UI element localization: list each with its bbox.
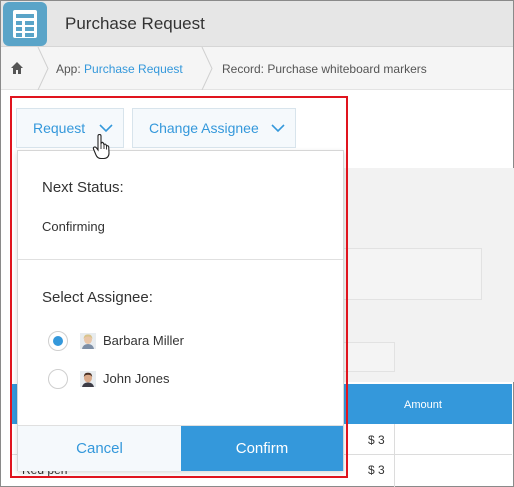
breadcrumb-record: Record: Purchase whiteboard markers	[222, 62, 427, 76]
breadcrumb-app: App: Purchase Request	[56, 62, 183, 76]
table-row-amount: $ 3	[368, 463, 385, 477]
table-column-divider	[394, 424, 395, 487]
breadcrumb-separator-icon	[201, 47, 213, 90]
breadcrumb-separator-icon	[37, 47, 49, 90]
cancel-button[interactable]: Cancel	[18, 426, 181, 471]
next-status-heading: Next Status:	[42, 179, 124, 196]
form-field-box	[330, 248, 482, 300]
confirm-button[interactable]: Confirm	[181, 426, 343, 471]
avatar	[80, 333, 96, 349]
amount-column-header: Amount	[404, 399, 442, 411]
app-header: Purchase Request	[1, 1, 513, 47]
chevron-down-icon	[271, 124, 285, 133]
breadcrumb: App: Purchase Request Record: Purchase w…	[1, 47, 513, 90]
avatar	[80, 371, 96, 387]
chevron-down-icon	[99, 124, 113, 133]
panel-divider	[18, 259, 343, 260]
panel-footer: Cancel Confirm	[18, 425, 343, 471]
assignee-radio[interactable]	[48, 331, 68, 351]
assignee-name: Barbara Miller	[103, 333, 184, 348]
home-icon[interactable]	[10, 61, 24, 75]
change-assignee-button[interactable]: Change Assignee	[132, 108, 296, 148]
select-assignee-heading: Select Assignee:	[42, 289, 153, 306]
assignee-name: John Jones	[103, 371, 170, 386]
hand-pointer-icon	[92, 134, 110, 160]
breadcrumb-app-prefix: App:	[56, 62, 85, 76]
spreadsheet-icon	[3, 2, 47, 46]
assignee-option-john[interactable]: John Jones	[48, 369, 228, 391]
app-title: Purchase Request	[65, 14, 205, 33]
status-action-dropdown: Next Status: Confirming Select Assignee:…	[17, 150, 344, 471]
assignee-radio[interactable]	[48, 369, 68, 389]
next-status-value: Confirming	[42, 219, 105, 234]
assignee-option-barbara[interactable]: Barbara Miller	[48, 331, 228, 353]
request-button-label: Request	[33, 120, 86, 136]
change-assignee-label: Change Assignee	[149, 120, 259, 136]
table-row-amount: $ 3	[368, 433, 385, 447]
breadcrumb-app-link[interactable]: Purchase Request	[84, 62, 183, 76]
